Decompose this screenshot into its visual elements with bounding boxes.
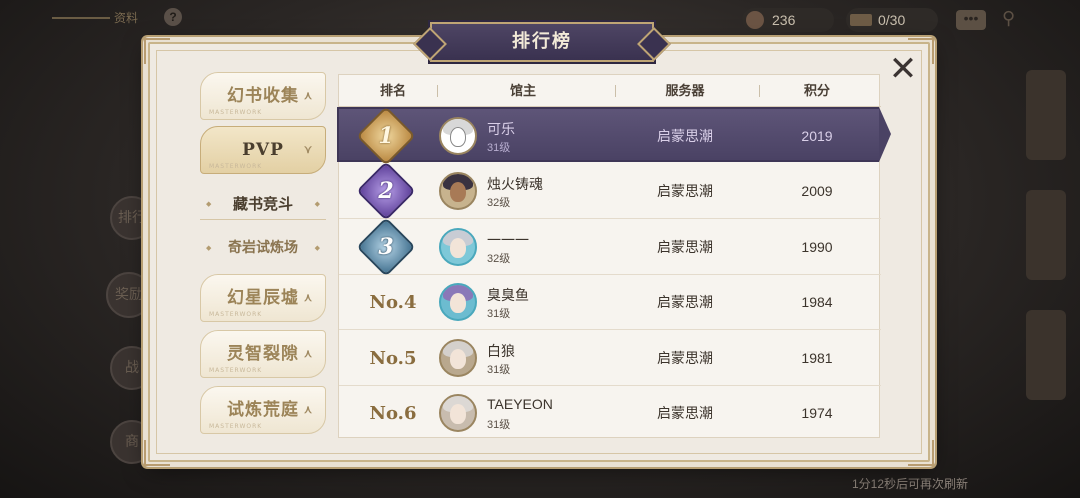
avatar[interactable] [439,228,477,266]
player-level: 32级 [487,253,511,265]
menu-item-pvp[interactable]: PVP ⋎ MASTERWORK [200,126,326,174]
ranking-table: 排名 馆主 服务器 积分 1 可乐 31级 启蒙思潮 2019 2 烛火铸魂 3… [337,74,891,441]
menu-item-mark: MASTERWORK [209,109,263,116]
chevron-down-icon: ⋎ [303,143,313,156]
header-rank: 排名 [379,83,406,98]
server-name: 启蒙思潮 [657,183,713,199]
corner-ornament [144,38,170,64]
rank-cell: 2 [339,164,435,219]
table-row[interactable]: 1 可乐 31级 启蒙思潮 2019 [337,107,891,164]
avatar-face [450,238,466,258]
avatar[interactable] [439,117,477,155]
gem-counter[interactable]: 236 [742,8,834,32]
rank-number: 3 [378,234,394,260]
table-row[interactable]: No.4 臭臭鱼 31级 启蒙思潮 1984 [339,275,881,330]
chevron-up-icon: ⋏ [303,89,313,102]
score-value: 2019 [801,128,833,144]
bg-reward-button: 奖励 [106,272,152,318]
score-value: 2009 [801,183,833,199]
player-name: 臭臭鱼 [487,287,529,303]
avatar-face [450,293,466,313]
submenu-item-rock-trial[interactable]: 奇岩试炼场 [200,232,326,264]
player-level: 31级 [487,364,511,376]
menu-item-trial-court[interactable]: 试炼荒庭 ⋏ MASTERWORK [200,386,326,434]
bg-right-panel [1026,190,1066,280]
rank-number: No.5 [369,348,417,369]
table-row[interactable]: 2 烛火铸魂 32级 启蒙思潮 2009 [339,164,881,219]
chevron-up-icon: ⋏ [303,347,313,360]
rank-number: No.6 [369,403,417,424]
rank-cell: 1 [339,109,435,164]
server-name: 启蒙思潮 [657,294,713,310]
menu-item-label: 幻星辰墟 [227,288,299,308]
header-server: 服务器 [665,83,705,98]
menu-item-label: PVP [242,140,284,160]
table-row[interactable]: 3 一一一 32级 启蒙思潮 1990 [339,220,881,275]
score-value: 1974 [801,405,833,421]
menu-item-label: 幻书收集 [227,86,299,106]
ticket-counter[interactable]: 0/30 [846,8,938,32]
avatar-face [450,404,466,424]
avatar-face [450,349,466,369]
menu-item-star-ruins[interactable]: 幻星辰墟 ⋏ MASTERWORK [200,274,326,322]
avatar[interactable] [439,339,477,377]
score-value: 1981 [801,350,833,366]
server-name: 启蒙思潮 [657,128,713,144]
avatar-face [450,182,466,202]
player-level: 31级 [487,419,511,431]
player-name: 白狼 [487,343,515,359]
corner-ornament [908,440,934,466]
header-score: 积分 [803,83,830,98]
rank-cell: 3 [339,220,435,275]
menu-item-book-collection[interactable]: 幻书收集 ⋏ MASTERWORK [200,72,326,120]
avatar-face [450,127,466,147]
table-header: 排名 馆主 服务器 积分 [339,75,881,107]
help-icon[interactable]: ? [164,8,182,26]
avatar[interactable] [439,283,477,321]
location-pin-icon[interactable]: ⚲ [1002,8,1020,30]
menu-item-label: 灵智裂隙 [227,344,299,364]
table-row[interactable]: No.6 TAEYEON 31级 启蒙思潮 1974 [339,386,881,441]
rank-number: 2 [378,178,394,204]
player-level: 31级 [487,142,511,154]
submenu-item-library-battle[interactable]: 藏书竞斗 [200,188,326,220]
chevron-up-icon: ⋏ [303,403,313,416]
header-player: 馆主 [509,83,536,98]
rank-number: No.4 [369,292,417,313]
menu-item-spirit-rift[interactable]: 灵智裂隙 ⋏ MASTERWORK [200,330,326,378]
menu-item-mark: MASTERWORK [209,423,263,430]
leaderboard-modal: 排行榜 ✕ 幻书收集 ⋏ MASTERWORK PVP ⋎ MASTERWORK… [144,22,934,466]
player-name: 烛火铸魂 [487,176,543,192]
refresh-note: 1分12秒后可再次刷新 [851,477,968,491]
chevron-up-icon: ⋏ [303,291,313,304]
server-name: 启蒙思潮 [657,405,713,421]
corner-ornament [144,440,170,466]
menu-item-label: 试炼荒庭 [227,400,299,420]
bg-right-panel [1026,310,1066,400]
menu-item-mark: MASTERWORK [209,163,263,170]
avatar[interactable] [439,394,477,432]
header-divider [437,85,438,97]
avatar[interactable] [439,172,477,210]
chat-icon[interactable]: ••• [956,10,986,30]
bg-right-panel [1026,70,1066,160]
rank-number: 1 [378,123,394,149]
profile-link[interactable]: 资料 [52,6,152,30]
table-row[interactable]: No.5 白狼 31级 启蒙思潮 1981 [339,331,881,386]
server-name: 启蒙思潮 [657,239,713,255]
player-level: 31级 [487,308,511,320]
player-name: TAEYEON [487,396,553,412]
score-value: 1984 [801,294,833,310]
player-name: 一一一 [487,232,529,248]
score-value: 1990 [801,239,833,255]
server-name: 启蒙思潮 [657,350,713,366]
close-icon[interactable]: ✕ [886,52,920,88]
modal-title: 排行榜 [430,22,654,62]
player-level: 32级 [487,197,511,209]
player-name: 可乐 [487,121,515,137]
menu-item-mark: MASTERWORK [209,311,263,318]
menu-item-mark: MASTERWORK [209,367,263,374]
